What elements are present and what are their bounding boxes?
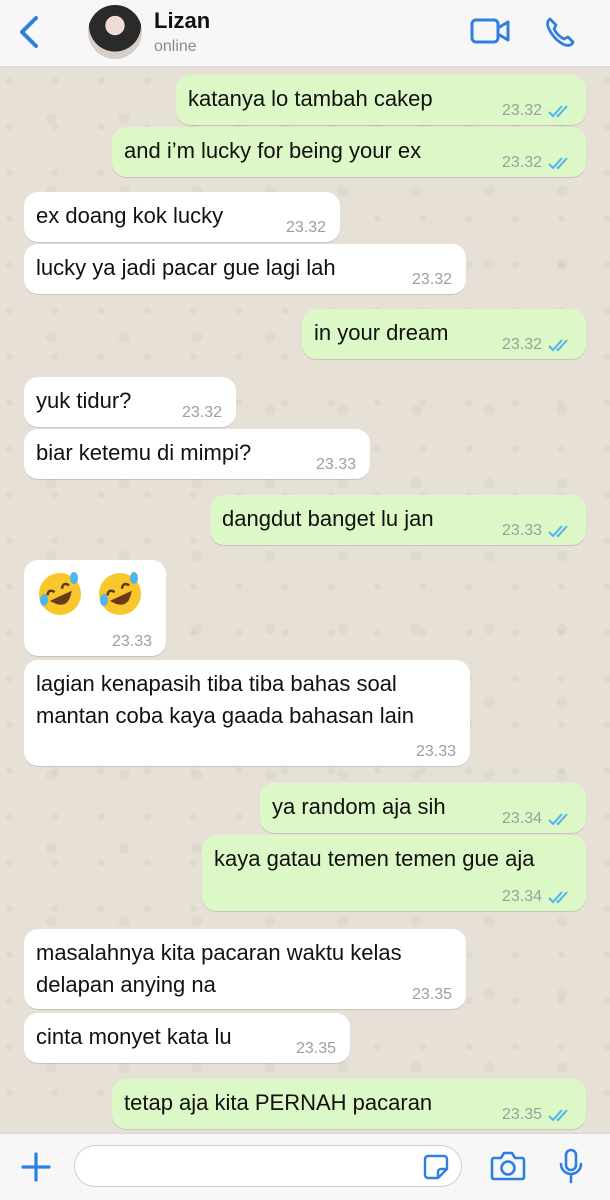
message-bubble[interactable]: kaya gatau temen temen gue aja 23.34 (202, 835, 586, 911)
message-bubble[interactable]: and i’m lucky for being your ex 23.32 (112, 127, 586, 177)
message-input[interactable] (74, 1145, 462, 1187)
message-bubble[interactable]: yuk tidur? 23.32 (24, 377, 236, 427)
camera-icon[interactable] (490, 1150, 526, 1182)
contact-name[interactable]: Lizan (154, 8, 210, 34)
message-text-line-1: lagian kenapasih tiba tiba bahas soal (36, 671, 397, 696)
rolling-on-floor-laughing-icon (39, 572, 81, 615)
rolling-on-floor-laughing-icon (99, 572, 141, 615)
message-text-line-1: masalahnya kita pacaran waktu kelas (36, 940, 402, 965)
message-text: kaya gatau temen temen gue aja (214, 846, 535, 871)
message-bubble[interactable]: masalahnya kita pacaran waktu kelas dela… (24, 929, 466, 1009)
message-time: 23.33 (415, 743, 456, 760)
message-time: 23.34 (501, 810, 542, 827)
avatar[interactable] (88, 5, 142, 59)
message-bubble[interactable]: ex doang kok lucky 23.32 (24, 192, 340, 242)
message-bubble[interactable]: 23.33 (24, 560, 166, 656)
message-bubble[interactable]: lucky ya jadi pacar gue lagi lah 23.32 (24, 244, 466, 294)
microphone-icon[interactable] (558, 1148, 584, 1184)
message-time: 23.33 (501, 522, 542, 539)
double-check-icon (548, 157, 568, 170)
message-bubble[interactable]: ya random aja sih 23.34 (260, 783, 586, 833)
message-text: ya random aja sih (272, 794, 446, 819)
chat-header: Lizan online (0, 0, 610, 67)
double-check-icon (548, 339, 568, 352)
message-text: ex doang kok lucky (36, 203, 224, 228)
message-time: 23.32 (411, 271, 452, 288)
message-time: 23.33 (315, 456, 356, 473)
message-bubble[interactable]: tetap aja kita PERNAH pacaran 23.35 (112, 1079, 586, 1129)
message-text-line-2: delapan anying na (36, 972, 216, 997)
message-text: dangdut banget lu jan (222, 506, 434, 531)
back-chevron-icon[interactable] (14, 14, 46, 50)
message-text-line-2: mantan coba kaya gaada bahasan lain (36, 703, 414, 728)
message-time: 23.33 (111, 633, 152, 650)
double-check-icon (548, 105, 568, 118)
message-time: 23.32 (501, 154, 542, 171)
message-list[interactable]: katanya lo tambah cakep 23.32 and i’m lu… (0, 67, 610, 1132)
composer-bar (0, 1133, 610, 1200)
message-time: 23.32 (501, 102, 542, 119)
message-time: 23.35 (295, 1040, 336, 1057)
message-time: 23.35 (501, 1106, 542, 1123)
message-text: biar ketemu di mimpi? (36, 440, 252, 465)
message-time: 23.32 (181, 404, 222, 421)
message-text: cinta monyet kata lu (36, 1024, 232, 1049)
message-bubble[interactable]: lagian kenapasih tiba tiba bahas soal ma… (24, 660, 470, 766)
message-bubble[interactable]: cinta monyet kata lu 23.35 (24, 1013, 350, 1063)
message-time: 23.32 (501, 336, 542, 353)
double-check-icon (548, 525, 568, 538)
message-bubble[interactable]: dangdut banget lu jan 23.33 (210, 495, 586, 545)
message-bubble[interactable]: in your dream 23.32 (302, 309, 586, 359)
message-text: in your dream (314, 320, 449, 345)
message-text: katanya lo tambah cakep (188, 86, 433, 111)
plus-icon[interactable] (20, 1151, 52, 1183)
message-time: 23.35 (411, 986, 452, 1003)
message-text: lucky ya jadi pacar gue lagi lah (36, 255, 336, 280)
message-text: yuk tidur? (36, 388, 132, 413)
double-check-icon (548, 1109, 568, 1122)
message-bubble[interactable]: katanya lo tambah cakep 23.32 (176, 75, 586, 125)
message-text: and i’m lucky for being your ex (124, 138, 422, 163)
double-check-icon (548, 891, 568, 904)
message-time: 23.34 (501, 888, 542, 905)
phone-icon[interactable] (544, 16, 576, 48)
message-time: 23.32 (285, 219, 326, 236)
message-bubble[interactable]: biar ketemu di mimpi? 23.33 (24, 429, 370, 479)
video-call-icon[interactable] (470, 16, 510, 46)
double-check-icon (548, 813, 568, 826)
emoji-row (39, 572, 141, 615)
sticker-icon[interactable] (423, 1154, 449, 1180)
contact-status: online (154, 38, 197, 55)
message-text: tetap aja kita PERNAH pacaran (124, 1090, 433, 1115)
